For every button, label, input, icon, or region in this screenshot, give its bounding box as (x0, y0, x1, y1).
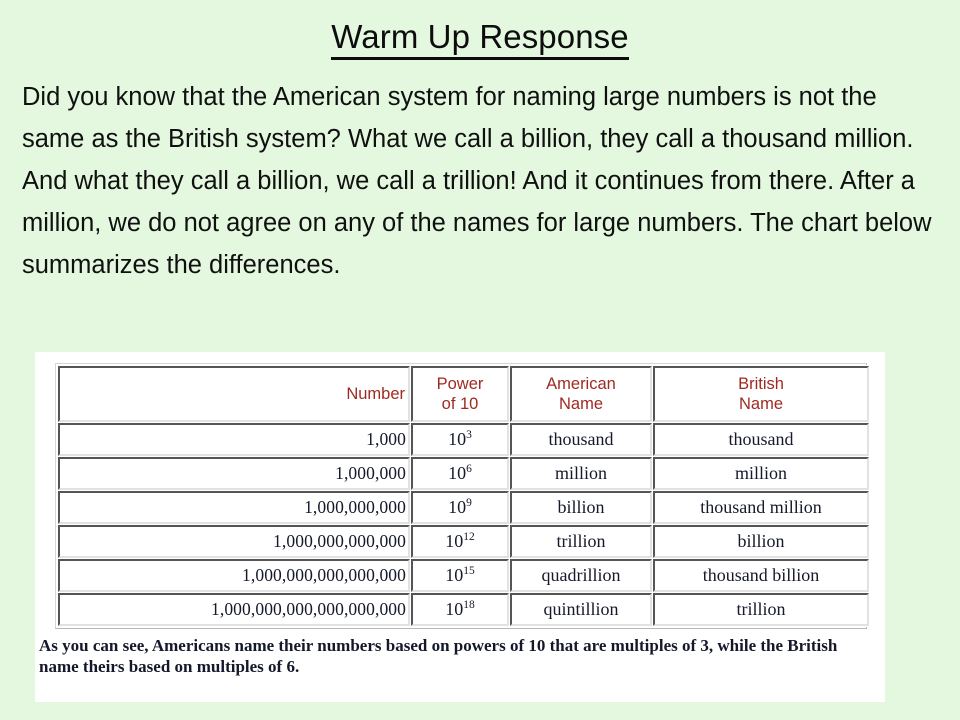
cell-british-name: thousand billion (653, 559, 869, 592)
chart-image-panel: Number Power of 10 American Name British Na… (35, 352, 885, 702)
column-header-american-line2: Name (558, 395, 603, 413)
table-row: 1,000 103 thousand thousand (58, 423, 869, 456)
number-names-table: Number Power of 10 American Name British Na… (57, 365, 870, 627)
cell-power-base: 10 (445, 599, 464, 619)
cell-power-exponent: 6 (466, 463, 472, 475)
cell-power-exponent: 15 (463, 565, 475, 577)
cell-american-name: thousand (510, 423, 652, 456)
cell-power: 1018 (411, 593, 509, 626)
cell-british-name: billion (653, 525, 869, 558)
cell-power-exponent: 18 (463, 599, 475, 611)
cell-british-name: thousand (653, 423, 869, 456)
cell-number: 1,000,000 (58, 457, 410, 490)
table-header-row: Number Power of 10 American Name British Na… (58, 366, 869, 422)
cell-power-exponent: 12 (463, 531, 475, 543)
cell-power-exponent: 3 (466, 429, 472, 441)
number-names-table-wrapper: Number Power of 10 American Name British Na… (55, 363, 870, 629)
cell-power: 103 (411, 423, 509, 456)
cell-power-base: 10 (448, 497, 467, 517)
cell-american-name: billion (510, 491, 652, 524)
cell-power-base: 10 (448, 429, 467, 449)
column-header-british-line2: Name (738, 395, 783, 413)
table-row: 1,000,000,000,000,000,000 1018 quintilli… (58, 593, 869, 626)
cell-power: 1012 (411, 525, 509, 558)
table-header: Number Power of 10 American Name British Na… (58, 366, 869, 422)
table-row: 1,000,000 106 million million (58, 457, 869, 490)
table-body: 1,000 103 thousand thousand 1,000,000 10… (58, 423, 869, 626)
cell-power-base: 10 (448, 463, 467, 483)
column-header-american-line1: American (546, 375, 616, 393)
cell-number: 1,000,000,000 (58, 491, 410, 524)
cell-power-base: 10 (445, 531, 464, 551)
table-row: 1,000,000,000,000 1012 trillion billion (58, 525, 869, 558)
cell-american-name: trillion (510, 525, 652, 558)
chart-caption: As you can see, Americans name their num… (39, 636, 838, 676)
column-header-power-line1: Power (436, 375, 484, 393)
cell-number: 1,000,000,000,000,000,000 (58, 593, 410, 626)
column-header-number: Number (58, 366, 410, 422)
column-header-american: American Name (510, 366, 652, 422)
cell-number: 1,000,000,000,000,000 (58, 559, 410, 592)
cell-power-exponent: 9 (466, 497, 472, 509)
page-title: Warm Up Response (0, 0, 960, 60)
cell-american-name: million (510, 457, 652, 490)
column-header-number-line1: Number (346, 385, 405, 403)
cell-power: 106 (411, 457, 509, 490)
cell-british-name: thousand million (653, 491, 869, 524)
table-row: 1,000,000,000,000,000 1015 quadrillion t… (58, 559, 869, 592)
column-header-british: British Name (653, 366, 869, 422)
cell-british-name: trillion (653, 593, 869, 626)
cell-power: 109 (411, 491, 509, 524)
cell-american-name: quadrillion (510, 559, 652, 592)
body-paragraph: Did you know that the American system fo… (22, 83, 932, 279)
table-row: 1,000,000,000 109 billion thousand milli… (58, 491, 869, 524)
cell-american-name: quintillion (510, 593, 652, 626)
cell-number: 1,000 (58, 423, 410, 456)
column-header-power: Power of 10 (411, 366, 509, 422)
cell-power: 1015 (411, 559, 509, 592)
column-header-power-line2: of 10 (441, 395, 479, 413)
slide: Warm Up Response Did you know that the A… (0, 0, 960, 720)
cell-power-base: 10 (445, 565, 464, 585)
cell-number: 1,000,000,000,000 (58, 525, 410, 558)
column-header-british-line1: British (738, 375, 784, 393)
cell-british-name: million (653, 457, 869, 490)
page-title-text: Warm Up Response (331, 18, 629, 60)
